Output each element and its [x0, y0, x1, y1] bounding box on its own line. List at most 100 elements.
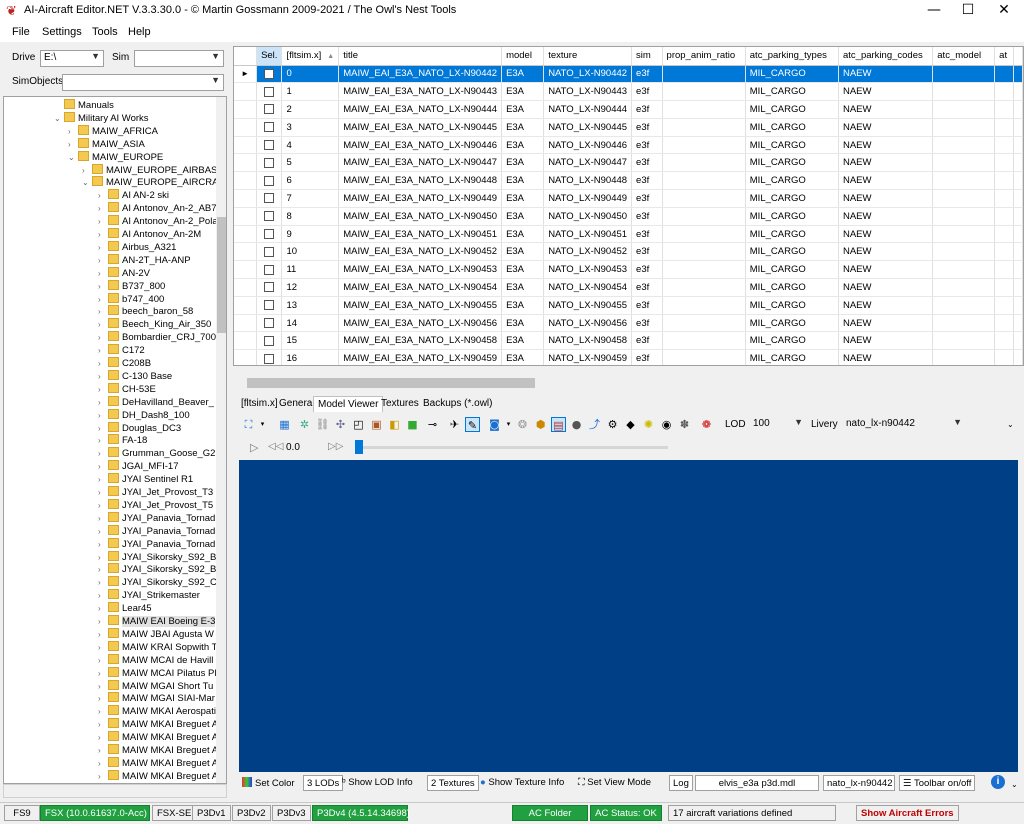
table-cell[interactable]: 11 — [281, 260, 340, 280]
dropdown-arrow-icon[interactable]: ▾ — [255, 417, 270, 432]
table-cell[interactable] — [1013, 207, 1023, 226]
table-cell[interactable]: e3f — [631, 118, 663, 137]
table-row[interactable]: 5 MAIW_EAI_E3A_NATO_LX-N90447 E3A NATO_LX-N… — [234, 153, 1023, 173]
tree-vertical-scrollbar[interactable] — [216, 97, 226, 783]
table-cell[interactable]: MAIW_EAI_E3A_NATO_LX-N90450 — [338, 207, 503, 226]
tree-item[interactable]: › JGAI_MFI-17 — [98, 460, 179, 473]
table-cell[interactable] — [994, 296, 1014, 315]
table-cell[interactable] — [1013, 349, 1023, 365]
tree-item[interactable]: › Beech_King_Air_350 — [98, 318, 211, 331]
tree-item[interactable]: › JYAI_Sikorsky_S92_B — [98, 550, 216, 564]
row-header[interactable] — [234, 189, 258, 208]
log-button[interactable]: Log — [669, 775, 693, 791]
column-header[interactable]: atc_parking_codes — [838, 47, 934, 66]
table-cell[interactable]: MAIW_EAI_E3A_NATO_LX-N90443 — [338, 82, 503, 102]
table-cell[interactable]: e3f — [631, 189, 663, 208]
tree-item[interactable]: › MAIW MGAI Short Tu — [98, 679, 213, 693]
column-header[interactable]: prop_anim_ratio — [662, 47, 746, 66]
sphere-icon[interactable]: ● — [569, 417, 584, 432]
table-cell[interactable]: E3A — [501, 118, 545, 137]
sim-p3dv3-button[interactable]: P3Dv3 — [272, 805, 311, 821]
table-cell[interactable] — [932, 278, 996, 297]
select-cell[interactable] — [256, 242, 283, 262]
expand-icon[interactable]: › — [98, 383, 108, 396]
table-cell[interactable] — [932, 153, 996, 173]
expand-icon[interactable]: › — [98, 357, 108, 370]
table-cell[interactable]: MAIW_EAI_E3A_NATO_LX-N90446 — [338, 136, 503, 155]
aircraft-icon[interactable]: ✈ — [447, 417, 462, 432]
tree-item[interactable]: › MAIW MKAI Breguet A — [98, 756, 218, 770]
table-cell[interactable]: 9 — [281, 225, 340, 244]
column-header[interactable]: sim — [631, 47, 663, 66]
table-cell[interactable]: NATO_LX-N90446 — [543, 136, 633, 155]
table-cell[interactable] — [932, 118, 996, 137]
camera-icon[interactable]: ◙ — [487, 417, 502, 432]
select-cell[interactable] — [256, 118, 283, 137]
row-checkbox[interactable] — [264, 211, 275, 222]
table-cell[interactable]: 2 — [281, 100, 340, 119]
expand-icon[interactable]: › — [98, 241, 108, 254]
table-row[interactable]: 6 MAIW_EAI_E3A_NATO_LX-N90448 E3A NATO_LX-N… — [234, 171, 1023, 191]
table-cell[interactable]: E3A — [501, 100, 545, 119]
row-checkbox[interactable] — [264, 157, 275, 168]
table-cell[interactable]: E3A — [501, 189, 545, 208]
expand-icon[interactable]: › — [98, 189, 108, 202]
sim-p3dv1-button[interactable]: P3Dv1 — [192, 805, 231, 821]
table-cell[interactable]: NATO_LX-N90451 — [543, 225, 633, 244]
tree-item[interactable]: › C208B — [98, 357, 151, 370]
row-checkbox[interactable] — [264, 353, 275, 364]
tree-item[interactable]: › MAIW JBAI Agusta W — [98, 627, 214, 641]
row-checkbox[interactable] — [264, 264, 275, 275]
tree-item[interactable]: › Lear45 — [98, 602, 152, 615]
expand-icon[interactable]: › — [98, 473, 108, 486]
table-cell[interactable]: NATO_LX-N90447 — [543, 153, 633, 173]
table-cell[interactable]: MAIW_EAI_E3A_NATO_LX-N90448 — [338, 171, 503, 191]
expand-icon[interactable]: › — [98, 486, 108, 499]
table-cell[interactable]: MAIW_EAI_E3A_NATO_LX-N90453 — [338, 260, 503, 280]
help-info-icon[interactable]: i — [991, 775, 1005, 789]
expand-icon[interactable]: › — [82, 164, 92, 177]
table-cell[interactable]: NATO_LX-N90455 — [543, 296, 633, 315]
overflow-icon[interactable]: ⌄ — [1007, 420, 1014, 429]
table-cell[interactable]: E3A — [501, 331, 545, 351]
expand-icon[interactable]: › — [98, 525, 108, 538]
tree-item[interactable]: › MAIW_ASIA — [68, 137, 145, 151]
light-icon[interactable]: ✺ — [641, 417, 656, 432]
collapse-icon[interactable]: ⌄ — [68, 151, 78, 164]
table-cell[interactable] — [1013, 278, 1023, 297]
row-header[interactable] — [234, 331, 258, 351]
table-cell[interactable]: NATO_LX-N90450 — [543, 207, 633, 226]
axes-icon[interactable]: ✲ — [297, 417, 312, 432]
expand-icon[interactable]: › — [98, 744, 108, 757]
tree-item[interactable]: › MAIW MKAI Breguet A — [98, 769, 218, 783]
table-cell[interactable]: e3f — [631, 225, 663, 244]
table-cell[interactable]: e3f — [631, 171, 663, 191]
table-cell[interactable]: NATO_LX-N90459 — [543, 349, 633, 365]
box-icon[interactable]: ⬢ — [533, 417, 548, 432]
table-cell[interactable]: e3f — [631, 331, 663, 351]
column-header[interactable]: Sel. — [256, 47, 283, 66]
expand-icon[interactable]: › — [98, 447, 108, 460]
row-header[interactable] — [234, 207, 258, 226]
tree-item[interactable]: › JYAI_Jet_Provost_T5 — [98, 498, 213, 512]
table-cell[interactable] — [662, 82, 746, 102]
tree-scroll-thumb[interactable] — [217, 217, 226, 333]
table-cell[interactable] — [932, 100, 996, 119]
table-cell[interactable] — [1013, 171, 1023, 191]
tree-item[interactable]: › DeHavilland_Beaver_ — [98, 395, 214, 409]
table-cell[interactable]: MIL_CARGO — [745, 278, 839, 297]
table-cell[interactable]: 8 — [281, 207, 340, 226]
table-cell[interactable] — [662, 136, 746, 155]
table-row[interactable]: 3 MAIW_EAI_E3A_NATO_LX-N90445 E3A NATO_LX-N… — [234, 118, 1023, 137]
tree-item[interactable]: › CH-53E — [98, 382, 156, 396]
table-cell[interactable] — [932, 314, 996, 333]
row-header[interactable] — [234, 153, 258, 173]
tree-item[interactable]: › JYAI_Sikorsky_S92_C — [98, 576, 217, 589]
table-cell[interactable]: NAEW — [838, 100, 934, 119]
row-checkbox[interactable] — [264, 140, 275, 151]
table-cell[interactable]: e3f — [631, 349, 663, 365]
table-row[interactable]: 9 MAIW_EAI_E3A_NATO_LX-N90451 E3A NATO_LX-N… — [234, 225, 1023, 244]
collapse-icon[interactable]: ⌄ — [54, 112, 64, 125]
row-checkbox[interactable] — [264, 282, 275, 293]
toolbar-toggle-button[interactable]: ☰ Toolbar on/off — [899, 775, 976, 791]
